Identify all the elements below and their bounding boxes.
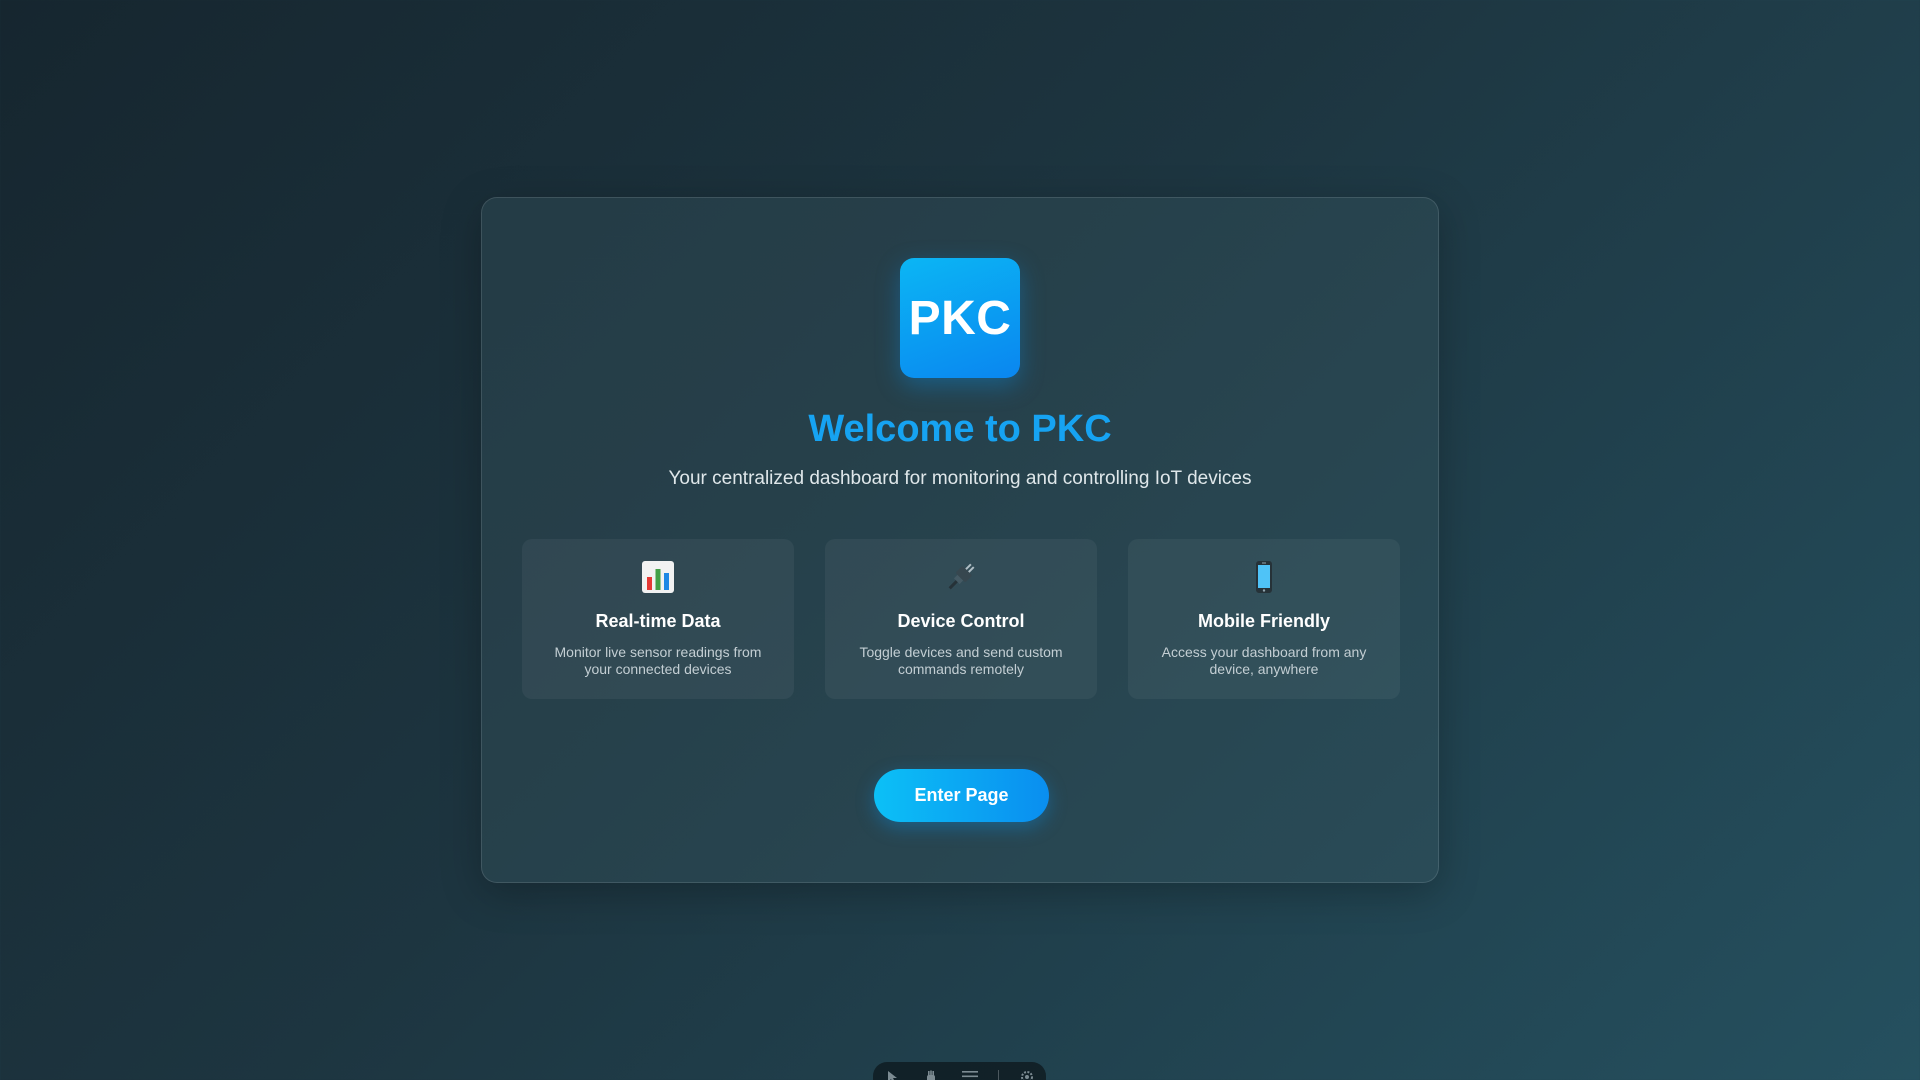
settings-icon[interactable] bbox=[1016, 1070, 1038, 1080]
pkc-logo: PKC bbox=[900, 258, 1020, 378]
page-subtitle: Your centralized dashboard for monitorin… bbox=[668, 468, 1252, 489]
feature-list: Real-time Data Monitor live sensor readi… bbox=[522, 539, 1400, 699]
feature-title: Mobile Friendly bbox=[1197, 611, 1330, 631]
bar-chart-icon bbox=[522, 557, 794, 597]
feature-card-mobile-friendly: Mobile Friendly Access your dashboard fr… bbox=[1128, 539, 1400, 699]
hand-icon[interactable] bbox=[920, 1070, 942, 1080]
feature-card-device-control: Device Control Toggle devices and send c… bbox=[825, 539, 1097, 699]
feature-card-realtime-data: Real-time Data Monitor live sensor readi… bbox=[522, 539, 794, 699]
enter-page-button[interactable]: Enter Page bbox=[874, 769, 1049, 822]
mobile-phone-icon bbox=[1128, 557, 1400, 597]
pointer-icon[interactable] bbox=[881, 1070, 903, 1080]
toolbar-divider bbox=[997, 1070, 999, 1080]
plug-icon bbox=[825, 557, 1097, 597]
logo-text: PKC bbox=[908, 291, 1012, 345]
page-title: Welcome to PKC bbox=[808, 408, 1112, 450]
feature-description: Access your dashboard from any device, a… bbox=[1161, 644, 1367, 677]
feature-description: Monitor live sensor readings from your c… bbox=[554, 644, 762, 677]
feature-title: Real-time Data bbox=[595, 611, 721, 631]
menu-icon[interactable] bbox=[959, 1070, 981, 1080]
feature-title: Device Control bbox=[897, 611, 1025, 631]
welcome-card: PKC Welcome to PKC Your centralized dash… bbox=[481, 197, 1439, 883]
feature-description: Toggle devices and send custom commands … bbox=[859, 644, 1063, 677]
bottom-toolbar bbox=[873, 1062, 1046, 1080]
